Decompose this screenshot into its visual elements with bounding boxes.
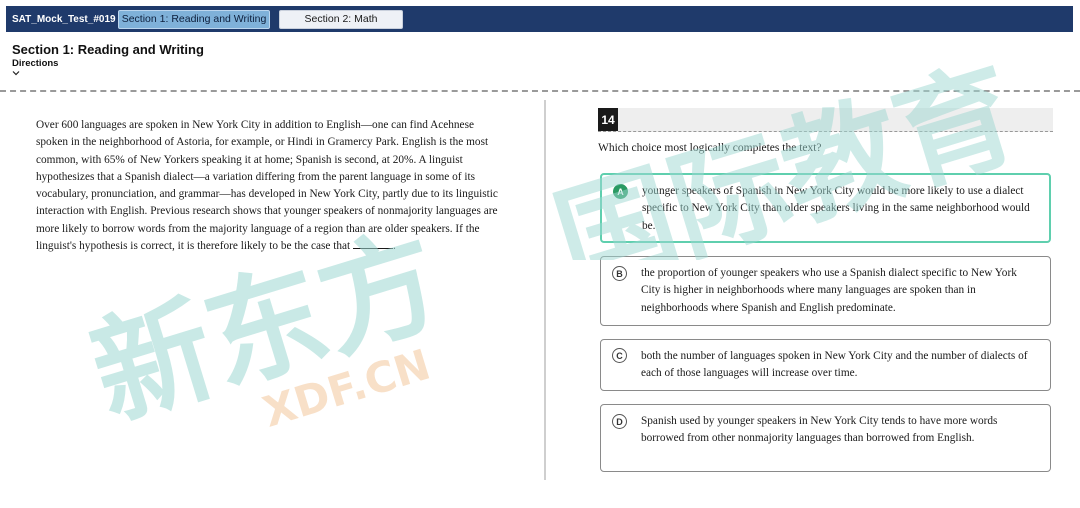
choice-text-c: both the number of languages spoken in N… <box>641 350 1028 380</box>
question-stem: Which choice most logically completes th… <box>598 142 822 154</box>
choice-letter-d: D <box>612 414 627 429</box>
pane-divider[interactable] <box>544 100 546 480</box>
top-bar: SAT_Mock_Test_#019 Section 1: Reading an… <box>6 6 1073 32</box>
choice-b[interactable]: B the proportion of younger speakers who… <box>600 256 1051 326</box>
choice-letter-b: B <box>612 266 627 281</box>
section-divider <box>0 90 1080 92</box>
directions-label: Directions <box>12 58 59 69</box>
passage-text: Over 600 languages are spoken in New Yor… <box>36 119 498 253</box>
answer-blank <box>353 238 394 250</box>
reading-passage: Over 600 languages are spoken in New Yor… <box>36 119 498 253</box>
svg-text:XDF.CN: XDF.CN <box>257 340 436 437</box>
choice-letter-a: A <box>613 184 628 199</box>
tab-math[interactable]: Section 2: Math <box>279 9 403 29</box>
choice-text-d: Spanish used by younger speakers in New … <box>641 415 998 445</box>
choice-text-b: the proportion of younger speakers who u… <box>641 267 1017 314</box>
question-header: 14 <box>598 108 1053 132</box>
choice-text-a: younger speakers of Spanish in New York … <box>642 185 1030 232</box>
choice-letter-c: C <box>612 348 627 363</box>
chevron-down-icon[interactable] <box>12 69 20 77</box>
choice-a[interactable]: A younger speakers of Spanish in New Yor… <box>600 173 1051 243</box>
choice-d[interactable]: D Spanish used by younger speakers in Ne… <box>600 404 1051 472</box>
question-number: 14 <box>598 108 618 131</box>
choice-c[interactable]: C both the number of languages spoken in… <box>600 339 1051 391</box>
tab-reading-writing[interactable]: Section 1: Reading and Writing <box>118 9 270 29</box>
test-name: SAT_Mock_Test_#019 <box>12 13 116 25</box>
section-title: Section 1: Reading and Writing <box>12 42 204 57</box>
